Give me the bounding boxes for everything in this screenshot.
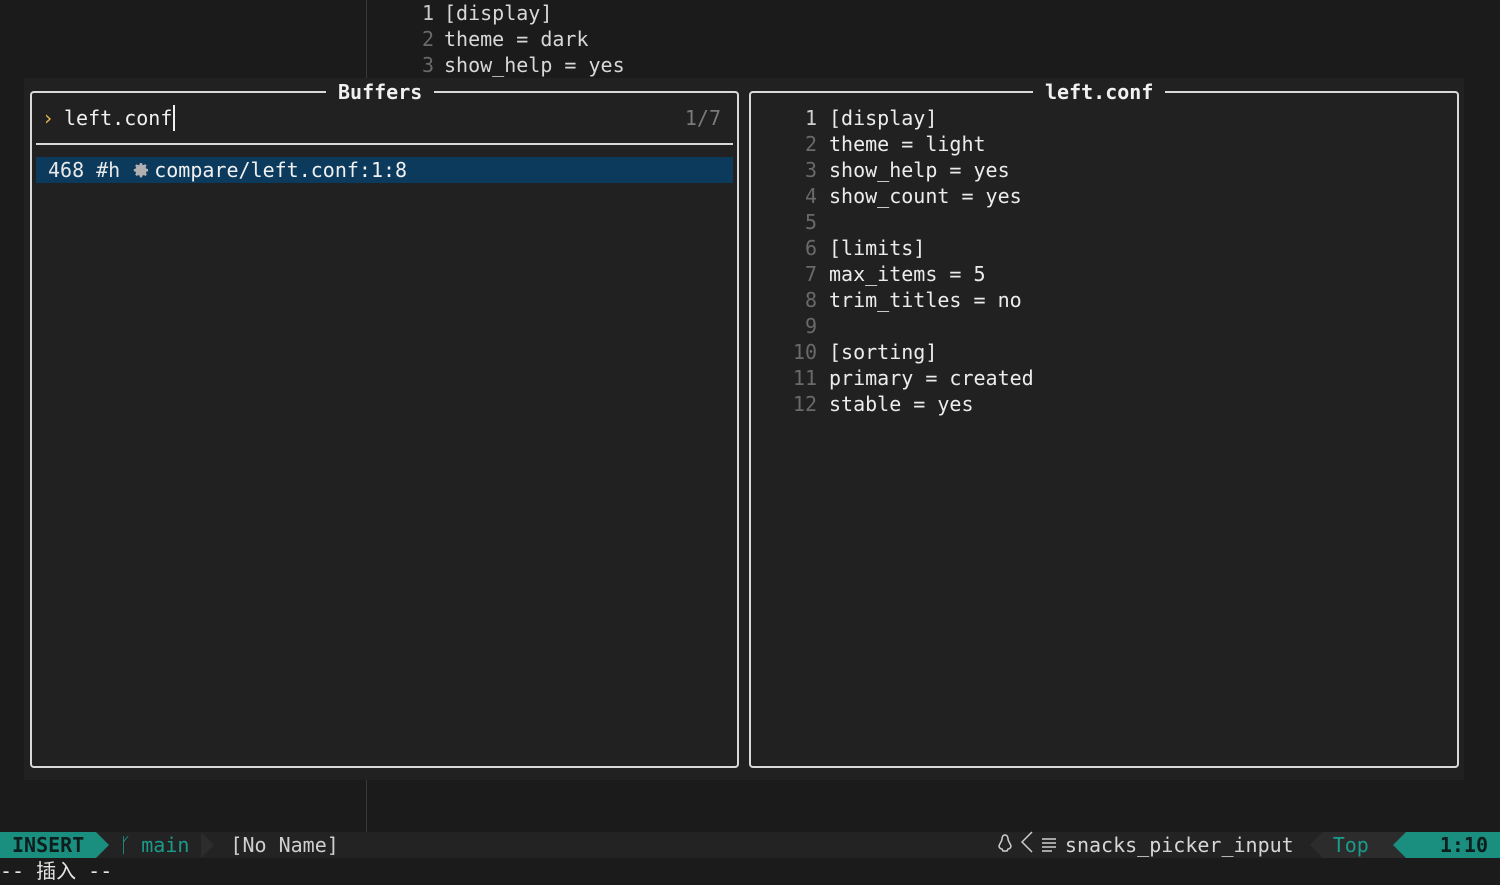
line-number: 3 xyxy=(421,53,434,77)
picker-list-title: Buffers xyxy=(326,79,435,105)
line-number: 2 xyxy=(421,27,434,51)
gear-icon xyxy=(130,157,152,183)
preview-line: 9 xyxy=(771,313,1034,339)
prompt-divider xyxy=(36,143,733,145)
line-number: 8 xyxy=(804,288,817,312)
branch-name: main xyxy=(141,833,190,857)
buffer-picker: Buffers › left.conf 1/7 468 #h compare/l… xyxy=(24,78,1464,780)
line-number: 4 xyxy=(804,184,817,208)
line-number: 3 xyxy=(804,158,817,182)
line-text: stable = yes xyxy=(829,392,974,416)
git-branch: ᚴ main xyxy=(109,832,189,858)
line-number: 12 xyxy=(792,392,817,416)
background-buffer: 1 [display] 2 theme = dark 3 show_help =… xyxy=(400,0,625,78)
text-cursor xyxy=(173,105,176,131)
code-line: 3 show_help = yes xyxy=(400,52,625,78)
line-text: show_count = yes xyxy=(829,184,1022,208)
code-line: 2 theme = dark xyxy=(400,26,625,52)
buffer-number: 468 xyxy=(48,158,85,182)
line-text: show_help = yes xyxy=(444,53,625,77)
preview-line: 1 [display] xyxy=(771,105,1034,131)
segment-separator xyxy=(1392,832,1406,858)
preview-line: 7 max_items = 5 xyxy=(771,261,1034,287)
command-line[interactable]: -- 插入 -- xyxy=(0,858,1500,885)
git-branch-icon: ᚴ xyxy=(119,833,132,857)
preview-line: 12 stable = yes xyxy=(771,391,1034,417)
segment-separator xyxy=(96,832,110,858)
line-number: 7 xyxy=(804,262,817,286)
preview-line: 6 [limits] xyxy=(771,235,1034,261)
line-text: [sorting] xyxy=(829,340,938,364)
line-text: [display] xyxy=(444,1,553,25)
segment-separator xyxy=(1309,832,1323,858)
line-text: trim_titles = no xyxy=(829,288,1022,312)
filetype-label: snacks_picker_input xyxy=(1064,833,1294,857)
line-text: theme = dark xyxy=(444,27,589,51)
preview-line: 10 [sorting] xyxy=(771,339,1034,365)
scroll-position: Top xyxy=(1322,832,1393,858)
chevron-left-icon xyxy=(1020,831,1033,859)
statusline: INSERT ᚴ main [No Name] snacks_picker_in… xyxy=(0,831,1500,859)
line-number: 5 xyxy=(804,210,817,234)
filetype-lines-icon xyxy=(1041,832,1057,858)
file-name: [No Name] xyxy=(230,833,339,857)
picker-preview-panel: left.conf 1 [display] 2 theme = light 3 show_… xyxy=(749,79,1459,768)
result-item-selected[interactable]: 468 #h compare/left.conf:1:8 xyxy=(36,157,733,183)
linux-icon xyxy=(997,832,1013,858)
cursor-location: 1:10 xyxy=(1405,832,1500,858)
line-number: 1 xyxy=(421,1,434,25)
line-text: show_help = yes xyxy=(829,158,1010,182)
picker-list-panel: Buffers › left.conf 1/7 468 #h compare/l… xyxy=(30,79,739,768)
line-number: 6 xyxy=(804,236,817,260)
preview-content: 1 [display] 2 theme = light 3 show_help = yes… xyxy=(771,105,1034,417)
picker-prompt[interactable]: › left.conf 1/7 xyxy=(36,105,733,131)
line-text: [limits] xyxy=(829,236,926,260)
match-count: 1/7 xyxy=(684,106,721,130)
preview-line: 11 primary = created xyxy=(771,365,1034,391)
buffer-flags: #h xyxy=(96,158,121,182)
statusline-right: snacks_picker_input Top 1:10 xyxy=(997,831,1500,859)
line-text: [display] xyxy=(829,106,938,130)
preview-line: 5 xyxy=(771,209,1034,235)
line-number: 9 xyxy=(804,314,817,338)
buffer-path: compare/left.conf:1:8 xyxy=(154,158,408,182)
mode-indicator: INSERT xyxy=(0,832,97,858)
search-input[interactable]: left.conf xyxy=(64,105,176,131)
search-query: left.conf xyxy=(64,106,173,130)
chevron-right-icon: › xyxy=(41,106,55,130)
preview-title: left.conf xyxy=(1033,79,1166,105)
code-line: 1 [display] xyxy=(400,0,625,26)
line-text: max_items = 5 xyxy=(829,262,986,286)
line-text: theme = light xyxy=(829,132,986,156)
line-text: primary = created xyxy=(829,366,1034,390)
line-number: 11 xyxy=(792,366,817,390)
line-number: 2 xyxy=(804,132,817,156)
line-number: 10 xyxy=(792,340,817,364)
segment-separator xyxy=(201,832,215,858)
preview-line: 2 theme = light xyxy=(771,131,1034,157)
preview-line: 8 trim_titles = no xyxy=(771,287,1034,313)
nvim-window: 1 [display] 2 theme = dark 3 show_help =… xyxy=(0,0,1500,885)
line-number: 1 xyxy=(804,106,817,130)
preview-line: 4 show_count = yes xyxy=(771,183,1034,209)
preview-line: 3 show_help = yes xyxy=(771,157,1034,183)
